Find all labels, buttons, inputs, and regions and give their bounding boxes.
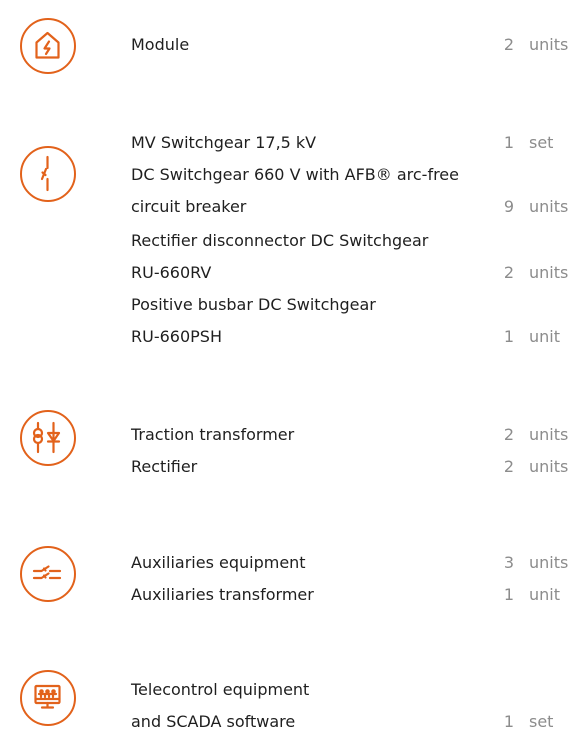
list-item: and SCADA software 1 set: [131, 706, 585, 738]
scada-monitor-icon: [20, 670, 76, 726]
item-quantity: 3: [503, 553, 514, 572]
item-description: RU-660PSH: [131, 327, 222, 346]
list-item: RU-660RV 2 units: [131, 257, 585, 289]
item-description: circuit breaker: [131, 197, 247, 216]
item-quantity: 1: [503, 585, 514, 604]
item-quantity: 9: [503, 197, 514, 216]
item-description: RU-660RV: [131, 263, 212, 282]
item-unit: units: [529, 263, 569, 282]
list-item: Traction transformer 2 units: [131, 419, 585, 451]
item-description: Rectifier: [131, 457, 198, 476]
item-unit: units: [529, 425, 569, 444]
list-item: Module 2 units: [131, 29, 585, 61]
item-unit: unit: [529, 327, 560, 346]
item-quantity: 2: [503, 263, 514, 282]
item-unit: units: [529, 35, 569, 54]
item-description: Auxiliaries equipment: [131, 553, 306, 572]
item-description: Telecontrol equipment: [131, 680, 310, 699]
list-item: Telecontrol equipment: [131, 674, 585, 706]
list-item: Auxiliaries equipment 3 units: [131, 547, 585, 579]
list-item: RU-660PSH 1 unit: [131, 321, 585, 353]
list-item: circuit breaker 9 units: [131, 191, 585, 223]
item-description: Traction transformer: [131, 425, 295, 444]
list-item: Positive busbar DC Switchgear: [131, 289, 585, 321]
item-description: Auxiliaries transformer: [131, 585, 314, 604]
list-item: MV Switchgear 17,5 kV 1 set: [131, 127, 585, 159]
list-item: DC Switchgear 660 V with AFB® arc-free: [131, 159, 585, 191]
item-quantity: 2: [503, 425, 514, 444]
item-unit: units: [529, 197, 569, 216]
item-unit: set: [529, 133, 554, 152]
item-quantity: 1: [503, 327, 514, 346]
item-description: MV Switchgear 17,5 kV: [131, 133, 317, 152]
item-unit: unit: [529, 585, 560, 604]
item-description: Module: [131, 35, 190, 54]
list-item: Rectifier disconnector DC Switchgear: [131, 225, 585, 257]
house-lightning-icon: [20, 18, 76, 74]
transformer-rectifier-icon: [20, 410, 76, 466]
item-quantity: 1: [503, 133, 514, 152]
item-description: Positive busbar DC Switchgear: [131, 295, 376, 314]
item-unit: set: [529, 712, 554, 731]
list-item: Rectifier 2 units: [131, 451, 585, 483]
item-quantity: 1: [503, 712, 514, 731]
item-quantity: 2: [503, 35, 514, 54]
item-description: DC Switchgear 660 V with AFB® arc-free: [131, 165, 459, 184]
list-item: Auxiliaries transformer 1 unit: [131, 579, 585, 611]
auxiliary-switch-icon: [20, 546, 76, 602]
item-unit: units: [529, 553, 569, 572]
item-quantity: 2: [503, 457, 514, 476]
item-description: Rectifier disconnector DC Switchgear: [131, 231, 429, 250]
item-description: and SCADA software: [131, 712, 296, 731]
disconnector-switch-icon: [20, 146, 76, 202]
item-unit: units: [529, 457, 569, 476]
